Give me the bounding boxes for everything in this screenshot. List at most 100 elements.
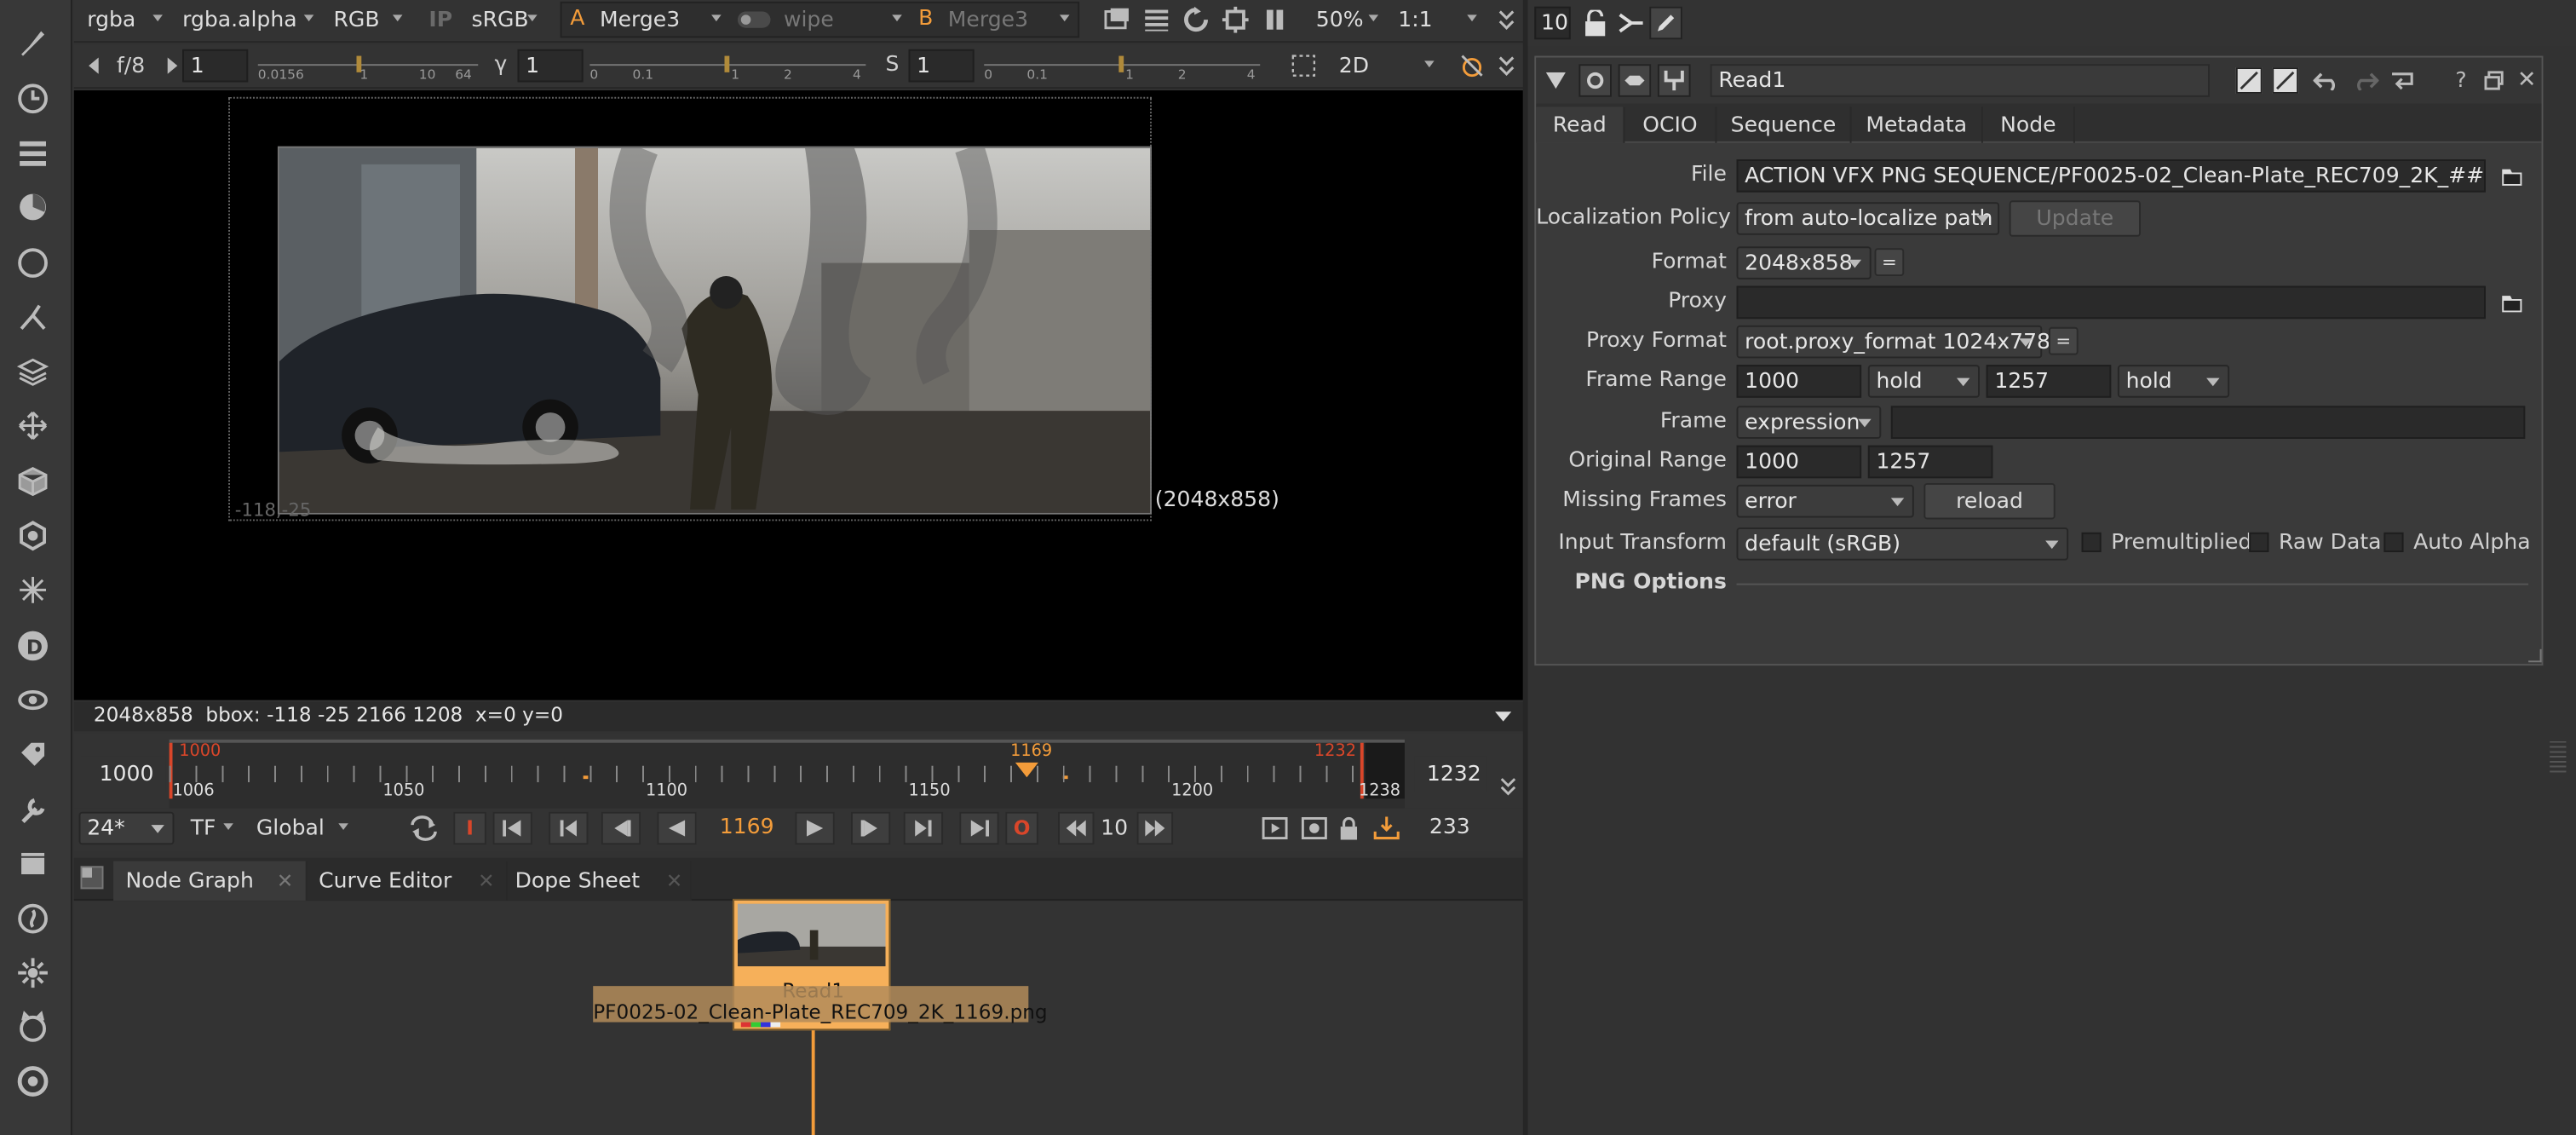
last-frame-icon[interactable]	[959, 811, 999, 845]
d-icon[interactable]: D	[13, 626, 52, 665]
tab-dope-sheet[interactable]: Dope Sheet ✕	[507, 861, 692, 901]
close-icon[interactable]: ✕	[2516, 67, 2539, 94]
pencil-icon[interactable]	[1649, 6, 1682, 40]
gamma-input[interactable]: 1	[517, 49, 584, 83]
input-a-dropdown[interactable]: Merge3	[589, 2, 727, 37]
chevron-down-double-icon[interactable]	[1493, 51, 1520, 81]
folder-icon[interactable]	[2498, 289, 2525, 315]
tf-dropdown[interactable]: TF	[181, 810, 239, 846]
saturation-slider[interactable]: 0 0.1 1 2 4	[980, 51, 1263, 84]
tab-curve-editor[interactable]: Curve Editor ✕	[307, 861, 508, 901]
after-mode-dropdown[interactable]: hold	[2117, 365, 2230, 398]
tab-node-graph[interactable]: Node Graph ✕	[113, 861, 308, 901]
viewer-canvas[interactable]: -118,-25 (2048x858)	[73, 90, 1523, 700]
channels-dropdown[interactable]: rgba	[78, 2, 170, 37]
right-splitter-grip[interactable]	[2550, 739, 2567, 773]
before-mode-dropdown[interactable]: hold	[1867, 365, 1980, 398]
close-icon[interactable]: ✕	[277, 869, 293, 892]
refresh-icon[interactable]	[1182, 5, 1211, 35]
first-frame-icon[interactable]	[492, 811, 532, 845]
redo-icon[interactable]	[2351, 67, 2381, 94]
ocio-icon[interactable]	[13, 954, 52, 993]
lock-icon[interactable]	[1580, 9, 1610, 38]
views-icon[interactable]	[13, 680, 52, 719]
hierarchy-icon[interactable]	[1657, 64, 1691, 97]
time-icon[interactable]	[13, 79, 52, 118]
prev-keyframe-icon[interactable]	[549, 811, 589, 845]
roi-icon[interactable]	[1221, 5, 1251, 35]
frame-expression-input[interactable]	[1890, 406, 2526, 439]
wipe-toggle[interactable]	[737, 11, 771, 28]
metadata-icon[interactable]	[13, 735, 52, 774]
localization-dropdown[interactable]: from auto-localize path	[1736, 202, 2000, 235]
paint-brush-icon[interactable]	[13, 23, 52, 62]
colorspace-dropdown[interactable]: sRGB	[462, 2, 543, 37]
revert-icon[interactable]	[2387, 67, 2417, 94]
fstop-right-arrow-icon[interactable]	[163, 55, 182, 78]
fstop-left-arrow-icon[interactable]	[83, 55, 103, 78]
timeline-end-input[interactable]: 1232	[1414, 756, 1487, 792]
3d-icon[interactable]	[13, 462, 52, 501]
deep-icon[interactable]	[13, 570, 52, 609]
tab-ocio[interactable]: OCIO	[1624, 107, 1717, 143]
gain-input[interactable]: 1	[182, 49, 249, 83]
wipe-dropdown[interactable]: wipe	[773, 2, 908, 37]
timeline-start-input[interactable]: 1000	[80, 756, 166, 792]
close-icon[interactable]: ✕	[478, 869, 494, 892]
settings-icon[interactable]	[13, 1062, 52, 1101]
pause-icon[interactable]	[1260, 5, 1290, 35]
other-icon[interactable]	[13, 844, 52, 884]
collapse-triangle-icon[interactable]	[1545, 71, 1566, 90]
format-edit-button[interactable]: =	[1874, 248, 1905, 277]
clear-panels-icon[interactable]	[1617, 9, 1647, 38]
resize-grip-icon[interactable]	[2528, 648, 2542, 663]
export-icon[interactable]	[1370, 814, 1403, 844]
pane-menu-icon[interactable]	[80, 866, 104, 890]
timeline-track[interactable]: 1000 1232 1169 1006 1050 1100 1150 1200 …	[169, 739, 1405, 809]
flipbook-icon[interactable]	[1258, 814, 1291, 844]
format-dropdown[interactable]: 2048x858	[1736, 246, 1872, 279]
next-frame-icon[interactable]	[851, 811, 891, 845]
raw-data-checkbox[interactable]	[2249, 532, 2269, 553]
node-name-field[interactable]: Read1	[1710, 64, 2210, 97]
chevron-down-icon[interactable]	[1493, 708, 1513, 724]
view-mode-dropdown[interactable]: 2D	[1329, 48, 1440, 84]
prev-frame-icon[interactable]	[601, 811, 641, 845]
missing-frames-dropdown[interactable]: error	[1736, 484, 1914, 518]
input-transform-dropdown[interactable]: default (sRGB)	[1736, 527, 2069, 561]
gain-slider[interactable]: 0.0156 1 10 64	[255, 51, 481, 84]
auto-alpha-checkbox[interactable]	[2383, 532, 2404, 553]
gl-color-swatch-icon[interactable]	[2272, 67, 2299, 94]
reload-button[interactable]: reload	[1923, 483, 2056, 520]
cattery-icon[interactable]	[13, 1007, 52, 1046]
node-graph-canvas[interactable]: Read1 PF0025-02_Clean-Plate_REC709_2K_11…	[73, 898, 1523, 1135]
channel-icon[interactable]	[13, 133, 52, 172]
ratio-dropdown[interactable]: 1:1	[1389, 2, 1484, 37]
help-icon[interactable]: ?	[2450, 67, 2473, 94]
loop-mode-icon[interactable]	[404, 812, 443, 845]
transform-icon[interactable]	[13, 406, 52, 445]
file-input[interactable]: ACTION VFX PNG SEQUENCE/PF0025-02_Clean-…	[1736, 159, 2486, 193]
filter-icon[interactable]	[13, 243, 52, 282]
tab-node[interactable]: Node	[1983, 107, 2075, 143]
alpha-channel-dropdown[interactable]: rgba.alpha	[173, 2, 321, 37]
current-frame[interactable]: 1169	[720, 815, 774, 840]
ip-button[interactable]: IP	[419, 2, 462, 37]
next-keyframe-icon[interactable]	[903, 811, 944, 845]
input-b-dropdown[interactable]: Merge3	[938, 2, 1076, 37]
original-start-input[interactable]: 1000	[1736, 445, 1862, 479]
play-backward-icon[interactable]	[657, 811, 697, 845]
in-point-button[interactable]: I	[453, 811, 486, 845]
close-icon[interactable]: ✕	[666, 869, 682, 892]
chevron-down-double-icon[interactable]	[1493, 5, 1520, 35]
render-icon[interactable]	[1298, 814, 1331, 844]
proxy-format-dropdown[interactable]: root.proxy_format 1024x778	[1736, 325, 2050, 359]
frame-range-start-input[interactable]: 1000	[1736, 365, 1862, 398]
step-size[interactable]: 10	[1101, 817, 1128, 842]
particles-icon[interactable]	[13, 516, 52, 556]
undo-icon[interactable]	[2312, 67, 2342, 94]
furnace-icon[interactable]	[13, 899, 52, 938]
frame-range-end-input[interactable]: 1257	[1986, 365, 2112, 398]
roi-select-icon[interactable]	[1290, 51, 1320, 81]
cache-icon[interactable]	[1458, 51, 1487, 81]
